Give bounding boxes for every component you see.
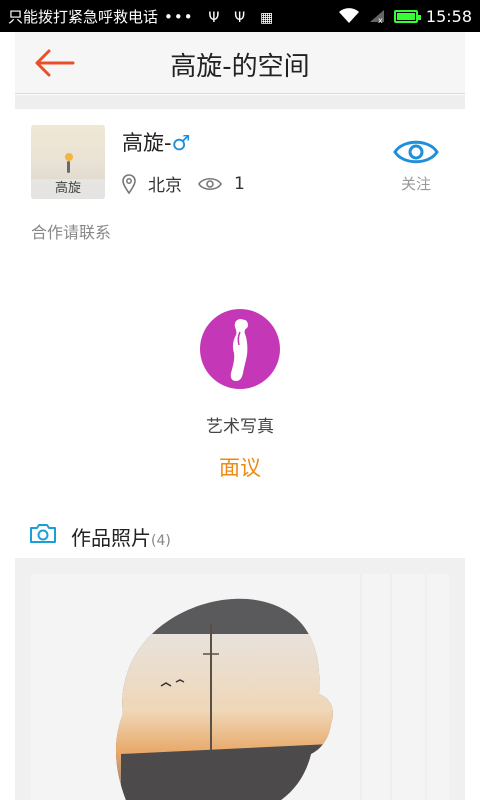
avatar-caption: 高旋 [31,179,105,199]
woman-silhouette-icon [230,319,249,381]
section-divider [15,95,465,109]
status-bar: 只能拨打紧急呼救电话 ••• Ψ Ψ ▦ x 15:58 [0,0,480,32]
apps-icon: ▦ [259,9,274,26]
profile-section: 高旋 高旋-♂ 北京 1 关注 合作请联系 艺术写真 面议 [15,109,465,529]
status-notification-text: 只能拨打紧急呼救电话 ••• Ψ Ψ ▦ [8,6,338,27]
works-gallery [15,558,465,800]
signal-icon: x [369,10,384,24]
eye-follow-icon [393,140,439,164]
work-photo[interactable] [31,574,449,800]
category-label: 艺术写真 [206,417,274,437]
avatar-sun-decoration [65,153,73,161]
user-name: 高旋-♂ [122,127,190,157]
user-name-text: 高旋- [122,131,172,155]
more-notifications-dots: ••• [164,7,194,26]
svg-text:x: x [378,16,383,24]
contact-note: 合作请联系 [31,223,112,242]
view-count: 1 [198,174,245,194]
wifi-icon [338,8,359,23]
view-count-value: 1 [234,173,245,194]
emergency-only-text: 只能拨打紧急呼救电话 [8,7,159,26]
avatar[interactable]: 高旋 [31,125,105,199]
app-header: 高旋-的空间 [15,32,465,94]
usb-icon: Ψ [208,9,220,26]
price-text: 面议 [219,456,261,480]
follow-label: 关注 [400,175,431,193]
location-pin-icon [122,173,136,194]
avatar-figure-decoration [67,161,70,173]
double-exposure-portrait-image [31,574,449,800]
eye-icon [198,177,222,190]
works-label: 作品照片 [71,526,151,550]
works-title: 作品照片(4) [71,522,171,551]
works-header: 作品照片(4) [15,510,465,558]
male-gender-icon: ♂ [171,131,191,155]
camera-icon [30,524,56,543]
follow-button[interactable]: 关注 [391,137,441,194]
art-photo-category-icon[interactable] [200,309,280,389]
location-text: 北京 [148,176,182,196]
status-right: x 15:58 [338,7,472,26]
location-row: 北京 1 [122,171,245,196]
battery-icon [393,9,421,23]
usb-debug-icon: Ψ [234,9,246,26]
clock: 15:58 [425,6,472,26]
page-title: 高旋-的空间 [170,52,310,82]
works-count: (4) [151,533,171,549]
